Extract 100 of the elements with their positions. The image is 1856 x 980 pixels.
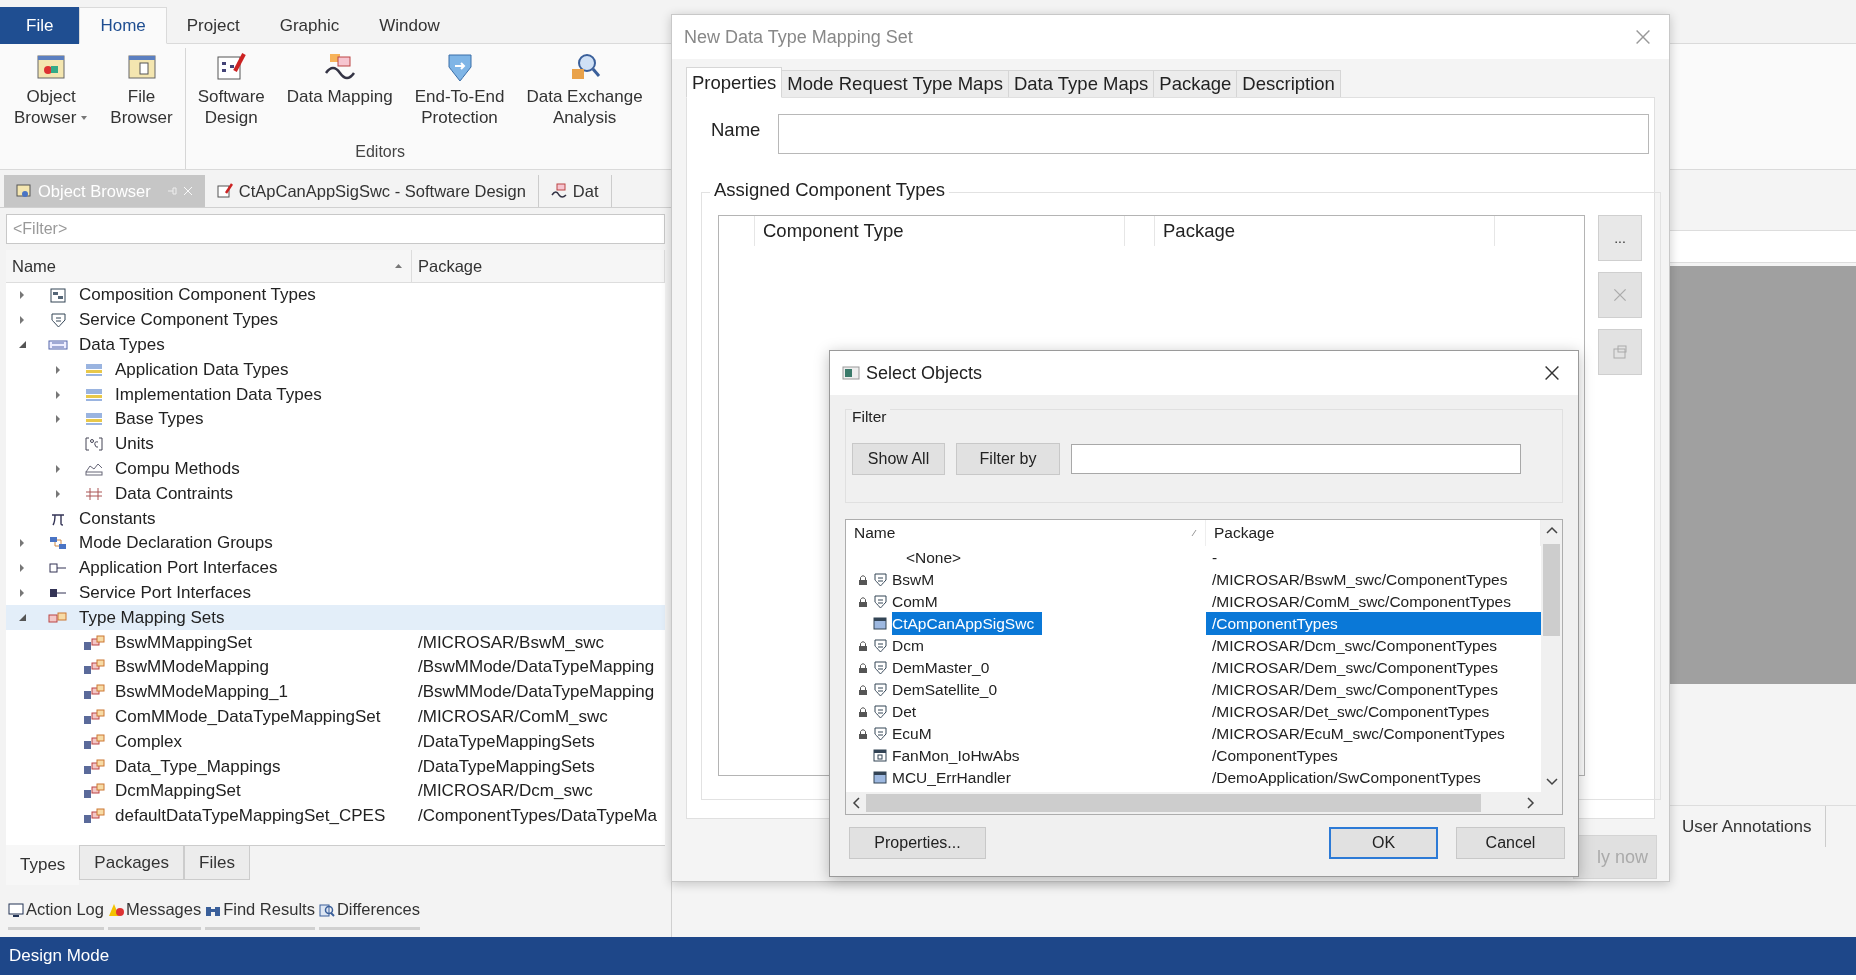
mapping-icon [83, 708, 105, 725]
tree-row[interactable]: Implementation Data Types [6, 382, 665, 407]
panel-tab[interactable]: Packages [79, 846, 185, 880]
ribbon-button[interactable]: Object Browser [6, 48, 97, 128]
package-path: /MICROSAR/Det_swc/ComponentTypes [1211, 701, 1491, 722]
panel-tab[interactable]: User Annotations [1672, 806, 1827, 847]
filter-button[interactable]: Filter by [956, 443, 1060, 475]
ribbon-button[interactable]: Data Mapping [278, 48, 401, 128]
tree-row[interactable]: Application Data Types [6, 357, 665, 383]
dialog-tab[interactable]: Description [1236, 70, 1341, 98]
ribbon-button[interactable]: End-To-End Protection [406, 48, 513, 128]
shield-icon [873, 704, 887, 719]
object-name: BswM [892, 569, 936, 590]
tree-row[interactable]: Compu Methods [6, 456, 665, 482]
name-field[interactable] [778, 114, 1650, 154]
list-row[interactable]: DemSatellite_0 /MICROSAR/Dem_swc/ComponentTypes [846, 678, 1541, 700]
scroll-right-icon [1527, 797, 1535, 809]
tool-window-tab[interactable]: Action Log [8, 900, 104, 930]
tree-row[interactable]: Units [6, 431, 665, 457]
column-header[interactable]: Name [846, 520, 1206, 546]
file-menu-tab[interactable]: File [0, 7, 80, 44]
object-name: DemMaster_0 [892, 657, 991, 678]
dialog-button[interactable]: Cancel [1456, 827, 1565, 859]
ribbon-tab[interactable]: Project [166, 7, 260, 44]
tree-row[interactable]: BswMMappingSet /MICROSAR/BswM_swc [6, 630, 665, 655]
window-icon [873, 617, 887, 630]
tree-row[interactable]: Base Types [6, 407, 665, 432]
filter-field[interactable]: <Filter> [6, 214, 665, 244]
package-path: /MICROSAR/Dcm_swc [417, 781, 594, 802]
scrollbar-thumb[interactable] [866, 794, 1481, 812]
window-icon [16, 183, 32, 199]
list-row[interactable]: MCU_ErrHandler /DemoApplication/SwComponentTypes [846, 766, 1541, 788]
mode-icon [49, 536, 67, 551]
panel-tab[interactable]: Types [6, 845, 80, 885]
list-row[interactable]: DemMaster_0 /MICROSAR/Dem_swc/ComponentTypes [846, 656, 1541, 678]
tree-item-label: Constants [79, 508, 156, 529]
tree-row[interactable]: Type Mapping Sets [6, 605, 665, 631]
panel-tab[interactable]: Files [184, 846, 250, 880]
list-row[interactable]: EcuM /MICROSAR/EcuM_swc/ComponentTypes [846, 722, 1541, 744]
tree-row[interactable]: Service Component Types [6, 307, 665, 333]
ribbon-button[interactable]: File Browser [102, 48, 181, 128]
tree-row[interactable]: Application Port Interfaces [6, 555, 665, 581]
tree-row[interactable]: Complex /DataTypeMappingSets [6, 729, 665, 755]
list-row[interactable]: CtApCanAppSigSwc /ComponentTypes [846, 612, 1541, 634]
tree-row[interactable]: Data Contraints [6, 481, 665, 507]
dialog-tab[interactable]: Properties [686, 67, 783, 98]
tree-row[interactable]: BswMModeMapping /BswMMode/DataTypeMapping [6, 654, 665, 680]
tool-window-tab[interactable]: Messages [108, 900, 202, 930]
properties-icon [1612, 344, 1628, 360]
column-header[interactable]: Package [412, 250, 665, 282]
list-row[interactable]: Dcm /MICROSAR/Dcm_swc/ComponentTypes [846, 634, 1541, 656]
object-name: DemSatellite_0 [892, 679, 999, 700]
ribbon-tab[interactable]: Window [359, 7, 460, 44]
type-icon [84, 362, 104, 377]
list-row[interactable]: BswM /MICROSAR/BswM_swc/ComponentTypes [846, 568, 1541, 590]
list-row[interactable]: ComM /MICROSAR/ComM_swc/ComponentTypes [846, 590, 1541, 612]
mapping-icon [83, 783, 105, 800]
filter-field[interactable] [1071, 444, 1521, 474]
column-header[interactable]: Package [1155, 216, 1495, 246]
column-header[interactable]: Name [6, 250, 412, 282]
tree-row[interactable]: Data_Type_Mappings /DataTypeMappingSets [6, 754, 665, 779]
ribbon-tab[interactable]: Home [79, 7, 167, 44]
tree-row[interactable]: ComMMode_DataTypeMappingSet /MICROSAR/ComM_swc [6, 704, 665, 730]
type-icon [48, 339, 68, 351]
browse-button[interactable]: ... [1598, 215, 1642, 261]
dialog-button[interactable]: Properties... [849, 827, 986, 859]
ribbon-tab[interactable]: Graphic [259, 7, 360, 44]
tree-row[interactable]: Constants [6, 506, 665, 531]
tree-row[interactable]: Data Types [6, 332, 665, 358]
package-path: /MICROSAR/BswM_swc [417, 632, 606, 653]
tree-row[interactable]: Mode Declaration Groups [6, 530, 665, 556]
monitor-icon [8, 901, 24, 918]
tree-row[interactable]: BswMModeMapping_1 /BswMMode/DataTypeMapping [6, 679, 665, 705]
scrollbar-thumb[interactable] [1543, 544, 1560, 636]
filter-button[interactable]: Show All [852, 443, 945, 475]
list-row[interactable]: <None> - [846, 546, 1541, 568]
list-row[interactable]: FanMon_IoHwAbs /ComponentTypes [846, 744, 1541, 766]
dialog-button[interactable]: OK [1329, 827, 1438, 859]
tree-item-label: Compu Methods [115, 458, 240, 479]
package-path: /MICROSAR/Dem_swc/ComponentTypes [1211, 657, 1499, 678]
type-icon [84, 387, 104, 402]
list-row[interactable]: Det /MICROSAR/Det_swc/ComponentTypes [846, 700, 1541, 722]
tree-item-label: Complex [115, 731, 183, 752]
ribbon-button[interactable]: Software Design [189, 48, 273, 128]
dialog-tab[interactable]: Mode Request Type Maps [781, 70, 1009, 98]
ribbon-button[interactable]: Data Exchange Analysis [518, 48, 651, 128]
tree-row[interactable]: defaultDataTypeMappingSet_CPES /ComponentTypes/DataTypeMa [6, 803, 665, 829]
field-label: Name [711, 119, 761, 141]
close-icon [182, 186, 193, 196]
column-header[interactable]: Component Type [755, 216, 1125, 246]
tool-window-tab[interactable]: Differences [318, 900, 421, 930]
tree-row[interactable]: Service Port Interfaces [6, 580, 665, 606]
dialog-tab[interactable]: Package [1153, 70, 1238, 98]
tool-window-tab[interactable]: Find Results [205, 900, 315, 930]
tree-row[interactable]: Composition Component Types [6, 283, 665, 308]
pi-icon [51, 511, 65, 526]
diagram-icon [216, 183, 233, 199]
tree-row[interactable]: DcmMappingSet /MICROSAR/Dcm_swc [6, 778, 665, 804]
package-path: /BswMMode/DataTypeMapping [417, 682, 656, 703]
dialog-tab[interactable]: Data Type Maps [1007, 70, 1155, 98]
